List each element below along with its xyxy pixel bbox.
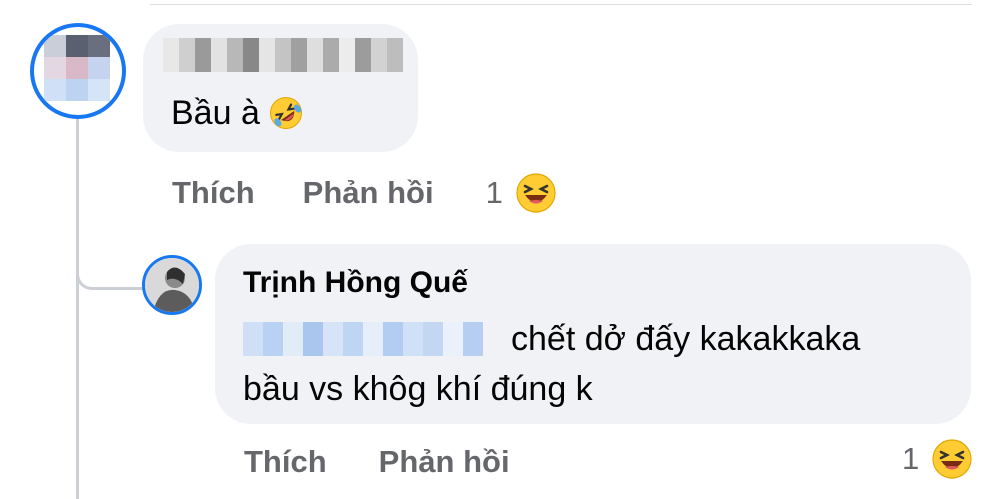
comment-text: Bầu à (171, 94, 303, 133)
haha-reaction-icon (515, 172, 557, 214)
reaction-count: 1 (485, 175, 503, 210)
like-button[interactable]: Thích (172, 175, 255, 211)
reply-author-avatar[interactable] (142, 255, 202, 315)
reaction-summary[interactable]: 1 (902, 438, 973, 480)
reaction-summary[interactable]: 1 (486, 172, 557, 214)
reply-actions: Thích Phản hồi (244, 444, 510, 480)
thread-line (76, 118, 79, 499)
comment-bubble: Bầu à (143, 24, 418, 152)
reply-button[interactable]: Phản hồi (303, 175, 434, 211)
divider (150, 4, 972, 5)
haha-reaction-icon (931, 438, 973, 480)
reaction-count: 1 (902, 441, 920, 476)
blurred-author-name[interactable] (163, 38, 403, 72)
thread-branch (76, 270, 148, 290)
reply-text-line-2: bầu vs khôg khí đúng k (243, 370, 593, 408)
reply-text-line-1: chết dở đấy kakakkaka (511, 320, 861, 358)
comment-actions: Thích Phản hồi 1 (172, 172, 557, 214)
reply-author-name[interactable]: Trịnh Hồng Quế (243, 266, 468, 300)
reply-button[interactable]: Phản hồi (379, 444, 510, 480)
commenter-avatar[interactable] (30, 23, 126, 119)
reply-bubble: Trịnh Hồng Quế chết dở đấy kakakkaka bầu… (215, 244, 971, 424)
like-button[interactable]: Thích (244, 444, 327, 480)
rolling-on-floor-laughing-icon (269, 96, 303, 130)
blurred-mention[interactable] (243, 322, 483, 356)
